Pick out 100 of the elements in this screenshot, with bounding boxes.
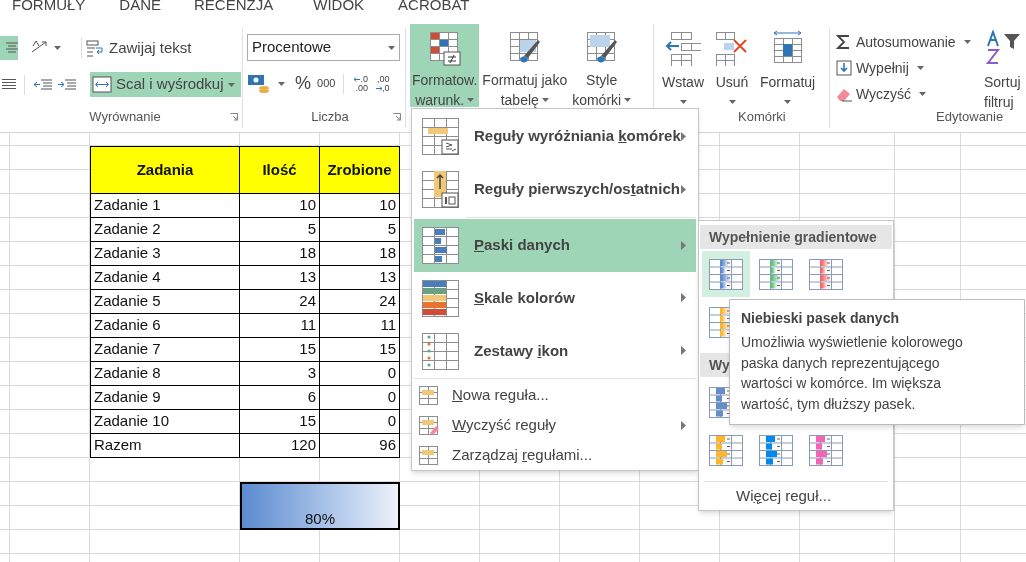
caret-icon	[963, 40, 971, 44]
section-header: Wypełnienie gradientowe	[700, 225, 892, 249]
menu-item[interactable]: Zestawy ikon	[414, 324, 696, 378]
merge-cells-icon	[92, 76, 112, 93]
tooltip-title: Niebieski pasek danych	[741, 309, 900, 328]
table-cell: 24	[320, 290, 400, 314]
caret-icon	[919, 92, 927, 96]
menu-item[interactable]: Zarządzaj regułami...	[414, 440, 696, 470]
menu-item[interactable]: Nowa reguła...	[414, 380, 696, 411]
data-bar-style-icon[interactable]	[758, 434, 794, 466]
sheet-icon	[418, 445, 440, 465]
decrease-decimal-button[interactable]: ,00 ,0	[373, 74, 392, 93]
table-cell: Zadanie 1	[90, 194, 240, 218]
table-cell: 120	[240, 434, 320, 458]
format-button[interactable]: Formatuj	[758, 28, 818, 106]
table-cell: 10	[240, 194, 320, 218]
menu-item[interactable]: Reguły wyróżniania komórek	[414, 110, 696, 163]
color-scales-icon	[420, 277, 460, 318]
sort-filter-icon	[984, 30, 1020, 66]
data-bar-style-icon[interactable]	[808, 434, 844, 466]
column-header: Ilość	[240, 146, 320, 194]
cell-styles-button[interactable]: Style komórki	[570, 24, 634, 107]
table-cell: 13	[320, 266, 400, 290]
table-cell: Zadanie 3	[90, 242, 240, 266]
table-cell: 0	[320, 362, 400, 386]
sheet-icon	[418, 385, 440, 406]
increase-indent-icon	[58, 78, 76, 91]
wrap-text-button[interactable]: Zawijaj tekst	[86, 36, 196, 60]
number-format-dropdown[interactable]: Procentowe	[247, 34, 400, 61]
dialog-launcher-icon[interactable]	[393, 113, 401, 121]
data-bar-style-icon[interactable]	[708, 258, 744, 290]
caret-icon	[541, 98, 549, 102]
table-cell: Zadanie 6	[90, 314, 240, 338]
more-rules-item[interactable]: Więcej reguł...	[700, 481, 892, 510]
caret-icon	[388, 45, 395, 50]
table-cell: 11	[240, 314, 320, 338]
sigma-icon	[836, 34, 852, 50]
data-bars-icon	[420, 225, 460, 266]
caret-icon	[467, 98, 475, 102]
table-cell: Zadanie 9	[90, 386, 240, 410]
sort-filter-button[interactable]: Sortuj filtruj	[984, 28, 1021, 112]
fill-button[interactable]: Wypełnij	[836, 58, 986, 78]
conditional-formatting-button[interactable]: Formatow. warunk.	[410, 24, 480, 107]
table-cell: 11	[320, 314, 400, 338]
increase-decimal-button[interactable]: .0 .00	[352, 74, 370, 93]
wrap-text-icon	[86, 39, 106, 57]
table-cell: 15	[320, 338, 400, 362]
ribbon-tab[interactable]: ACROBAT	[398, 0, 470, 12]
progress-cell: 80%	[240, 482, 400, 530]
icon-sets-icon	[420, 330, 460, 371]
ribbon-tab[interactable]: RECENZJA	[194, 0, 274, 12]
data-bar-style-icon[interactable]	[708, 434, 744, 466]
table-cell: Zadanie 5	[90, 290, 240, 314]
table-cell: 15	[240, 410, 320, 434]
ribbon-tab[interactable]: FORMUŁY	[12, 0, 86, 12]
autosum-button[interactable]: Autosumowanie	[836, 32, 986, 52]
caret-icon	[784, 100, 792, 104]
table-cell: Zadanie 8	[90, 362, 240, 386]
menu-item[interactable]: Wyczyść reguły	[414, 410, 696, 441]
table-cell: Zadanie 2	[90, 218, 240, 242]
group-label: Liczba	[310, 108, 349, 127]
menu-item[interactable]: Reguły pierwszych/ostatnich	[414, 162, 696, 216]
table-cell: 18	[320, 242, 400, 266]
dialog-launcher-icon[interactable]	[230, 113, 238, 121]
menu-item[interactable]: Paski danych	[414, 218, 696, 272]
ribbon-tab[interactable]: WIDOK	[313, 0, 365, 12]
table-cell: 13	[240, 266, 320, 290]
table-cell: 0	[320, 386, 400, 410]
data-bar-style-icon[interactable]	[808, 258, 844, 290]
table-cell: Razem	[90, 434, 240, 458]
group-label: Wyrównanie	[88, 108, 161, 127]
caret-icon	[624, 98, 632, 102]
data-bar-style-icon[interactable]	[758, 258, 794, 290]
thousands-separator-button[interactable]: 000	[317, 75, 336, 92]
caret-icon	[54, 46, 61, 50]
caret-icon	[728, 100, 736, 104]
align-right-icon	[0, 78, 16, 91]
style-option[interactable]	[702, 251, 750, 297]
merge-center-button[interactable]: Scal i wyśrodkuj	[90, 72, 241, 97]
insert-cells-icon	[665, 30, 701, 66]
table-cell: Zadanie 4	[90, 266, 240, 290]
decrease-indent-icon	[34, 78, 52, 91]
delete-cells-icon	[714, 30, 750, 66]
format-as-table-button[interactable]: Formatuj jako tabelę	[480, 24, 570, 107]
table-cell: 18	[240, 242, 320, 266]
percent-button[interactable]: %	[295, 70, 311, 97]
table-cell: 15	[240, 338, 320, 362]
caret-icon	[916, 66, 924, 70]
align-center-button[interactable]	[0, 36, 18, 60]
table-cell: Zadanie 7	[90, 338, 240, 362]
right-arrow-icon	[375, 85, 382, 91]
insert-button[interactable]: Wstaw	[660, 28, 706, 106]
delete-button[interactable]: Usuń	[712, 28, 752, 106]
table-cell: 6	[240, 386, 320, 410]
menu-item[interactable]: Skale kolorów	[414, 271, 696, 325]
column-header: Zrobione	[320, 146, 400, 194]
ribbon-tab[interactable]: DANE	[119, 0, 162, 12]
column-header: Zadania	[90, 146, 240, 194]
caret-icon	[228, 82, 235, 87]
left-arrow-icon	[354, 76, 361, 82]
